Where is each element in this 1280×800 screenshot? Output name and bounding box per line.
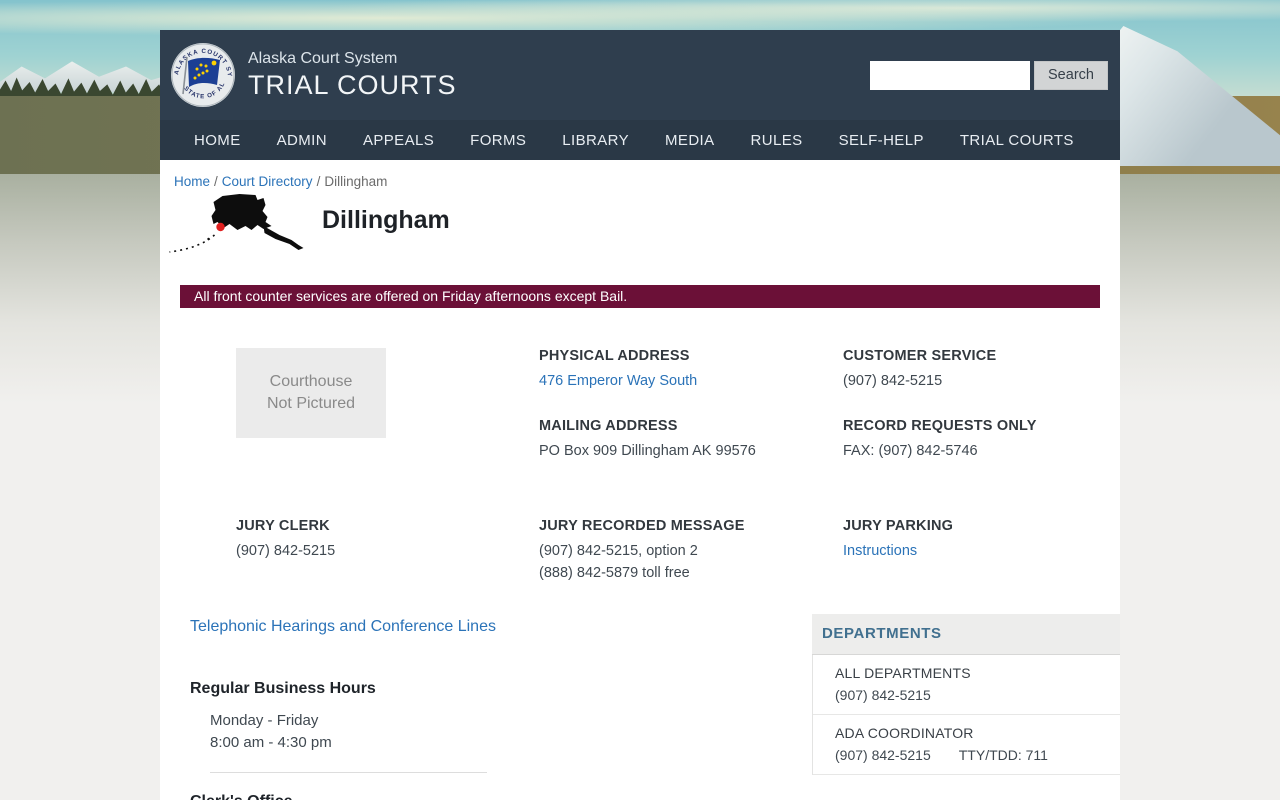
department-phone: (907) 842-5215 TTY/TDD: 711: [835, 747, 1048, 763]
jury-recorded-block: JURY RECORDED MESSAGE (907) 842-5215, op…: [539, 518, 843, 584]
breadcrumb-home-link[interactable]: Home: [174, 174, 210, 189]
jury-clerk-block: JURY CLERK (907) 842-5215: [236, 518, 539, 584]
page-container: ALASKA COURT SYSTEM STATE OF ALASKA Alas…: [160, 30, 1120, 800]
phone-column: CUSTOMER SERVICE (907) 842-5215 RECORD R…: [843, 348, 1120, 462]
record-requests-fax: FAX: (907) 842-5746: [843, 443, 978, 459]
nav-item-appeals[interactable]: APPEALS: [345, 122, 452, 159]
jury-recorded-heading: JURY RECORDED MESSAGE: [539, 518, 745, 534]
departments-heading: DEPARTMENTS: [822, 625, 942, 642]
breadcrumb-separator: /: [316, 174, 321, 189]
search-input[interactable]: [870, 60, 1030, 90]
alaska-map-icon: [169, 194, 304, 253]
breadcrumb-current: Dillingham: [324, 174, 388, 189]
courthouse-photo-placeholder: Courthouse Not Pictured: [236, 348, 386, 438]
header-titles: Alaska Court System TRIAL COURTS: [248, 50, 870, 101]
jury-parking-instructions-link[interactable]: Instructions: [843, 543, 917, 559]
department-row-all: ALL DEPARTMENTS (907) 842-5215: [813, 655, 1120, 715]
nav-item-trial-courts[interactable]: TRIAL COURTS: [942, 122, 1092, 159]
nav-item-rules[interactable]: RULES: [733, 122, 821, 159]
main-content: Home / Court Directory / Dillingham Dillingh…: [160, 160, 1120, 800]
jury-recorded-line2: (888) 842-5879 toll free: [539, 565, 690, 581]
breadcrumb-separator: /: [214, 174, 218, 189]
page-title-row: Dillingham: [166, 193, 1120, 255]
breadcrumb-directory-link[interactable]: Court Directory: [222, 174, 313, 189]
physical-address-link[interactable]: 476 Emperor Way South: [539, 373, 697, 389]
jury-parking-heading: JURY PARKING: [843, 518, 954, 534]
customer-service-heading: CUSTOMER SERVICE: [843, 348, 997, 364]
department-name: ADA COORDINATOR: [835, 725, 974, 741]
department-tty: TTY/TDD: 711: [958, 747, 1048, 763]
contact-info-grid: Courthouse Not Pictured PHYSICAL ADDRESS…: [236, 348, 1120, 462]
department-name: ALL DEPARTMENTS: [835, 665, 971, 681]
business-hours-heading: Regular Business Hours: [190, 680, 376, 697]
search-button[interactable]: Search: [1034, 60, 1108, 90]
nav-item-self-help[interactable]: SELF-HELP: [821, 122, 942, 159]
mailing-address-block: MAILING ADDRESS PO Box 909 Dillingham AK…: [539, 418, 843, 462]
nav-item-home[interactable]: HOME: [176, 122, 259, 159]
record-requests-block: RECORD REQUESTS ONLY FAX: (907) 842-5746: [843, 418, 1120, 462]
site-header: ALASKA COURT SYSTEM STATE OF ALASKA Alas…: [160, 30, 1120, 120]
physical-address-heading: PHYSICAL ADDRESS: [539, 348, 690, 364]
address-column: PHYSICAL ADDRESS 476 Emperor Way South M…: [539, 348, 843, 462]
physical-address-block: PHYSICAL ADDRESS 476 Emperor Way South: [539, 348, 843, 392]
hours-divider: [210, 772, 487, 773]
record-requests-heading: RECORD REQUESTS ONLY: [843, 418, 1037, 434]
mailing-address-heading: MAILING ADDRESS: [539, 418, 678, 434]
search-form: Search: [870, 60, 1108, 90]
telephonic-hearings-link[interactable]: Telephonic Hearings and Conference Lines: [190, 618, 496, 635]
page-title: Dillingham: [322, 205, 450, 234]
departments-list: ALL DEPARTMENTS (907) 842-5215 ADA COORD…: [812, 655, 1120, 775]
photo-placeholder-line1: Courthouse: [269, 373, 353, 390]
jury-info-grid: JURY CLERK (907) 842-5215 JURY RECORDED …: [236, 518, 1120, 584]
departments-sidebar: DEPARTMENTS ALL DEPARTMENTS (907) 842-52…: [812, 614, 1120, 800]
breadcrumb: Home / Court Directory / Dillingham: [160, 160, 1120, 189]
department-phone: (907) 842-5215: [835, 687, 931, 703]
courthouse-photo-column: Courthouse Not Pictured: [236, 348, 539, 462]
nav-item-admin[interactable]: ADMIN: [259, 122, 345, 159]
lower-section: Telephonic Hearings and Conference Lines…: [160, 614, 1120, 800]
jury-clerk-phone: (907) 842-5215: [236, 543, 336, 559]
mailing-address-text: PO Box 909 Dillingham AK 99576: [539, 443, 756, 459]
nav-item-library[interactable]: LIBRARY: [544, 122, 647, 159]
department-row-ada: ADA COORDINATOR (907) 842-5215 TTY/TDD: 7…: [813, 715, 1120, 775]
customer-service-block: CUSTOMER SERVICE (907) 842-5215: [843, 348, 1120, 392]
business-hours-time: 8:00 am - 4:30 pm: [210, 734, 332, 751]
customer-service-phone: (907) 842-5215: [843, 373, 943, 389]
alaska-court-seal-logo: ALASKA COURT SYSTEM STATE OF ALASKA: [170, 42, 235, 107]
jury-parking-block: JURY PARKING Instructions: [843, 518, 1120, 584]
clerks-office-heading: Clerk's Office: [190, 793, 812, 800]
dillingham-location-dot: [216, 222, 225, 232]
main-navigation: HOME ADMIN APPEALS FORMS LIBRARY MEDIA R…: [160, 120, 1120, 160]
hours-column: Telephonic Hearings and Conference Lines…: [160, 614, 812, 800]
jury-clerk-heading: JURY CLERK: [236, 518, 330, 534]
alert-banner: All front counter services are offered o…: [180, 285, 1100, 308]
site-name: Alaska Court System: [248, 49, 398, 67]
business-hours: Monday - Friday 8:00 am - 4:30 pm: [210, 710, 812, 754]
nav-item-forms[interactable]: FORMS: [452, 122, 544, 159]
departments-header: DEPARTMENTS: [812, 614, 1120, 655]
jury-recorded-line1: (907) 842-5215, option 2: [539, 543, 698, 559]
photo-placeholder-line2: Not Pictured: [266, 395, 356, 412]
nav-item-media[interactable]: MEDIA: [647, 122, 733, 159]
business-hours-days: Monday - Friday: [210, 712, 319, 729]
site-section-title: TRIAL COURTS: [248, 69, 457, 100]
